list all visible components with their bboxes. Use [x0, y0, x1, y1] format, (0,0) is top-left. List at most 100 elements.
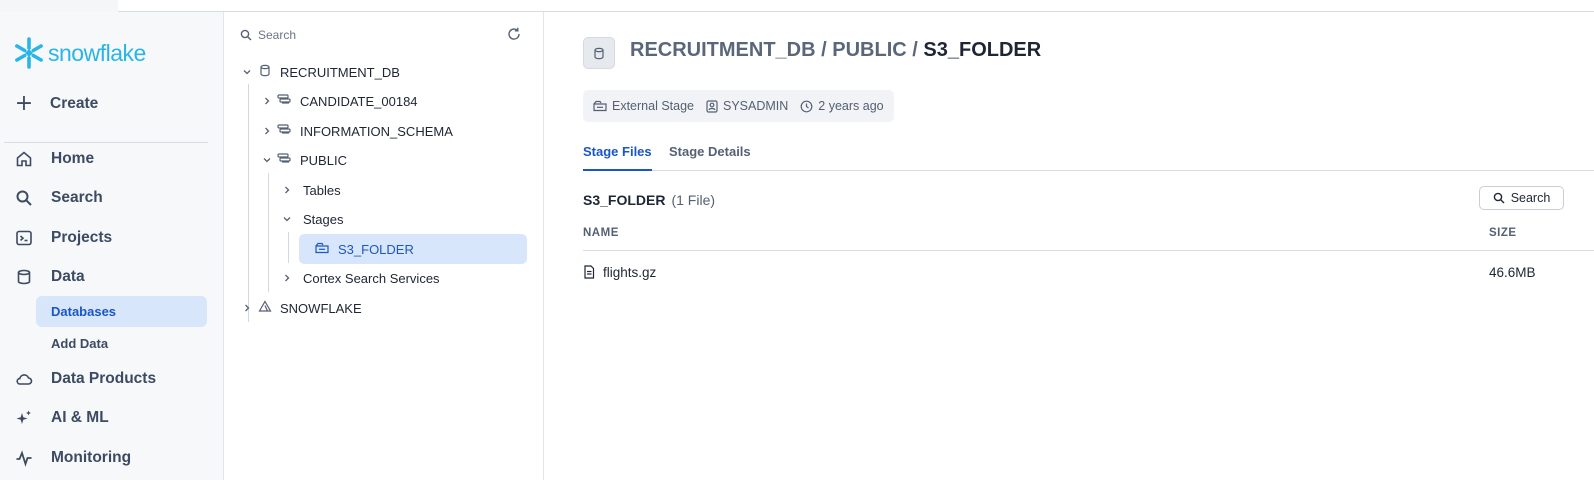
- file-count: (1 File): [671, 192, 716, 208]
- search-button-label: Search: [1510, 191, 1551, 205]
- chevron-right-icon: [240, 301, 254, 315]
- tab-stage-details[interactable]: Stage Details: [669, 144, 751, 171]
- activity-icon: [14, 448, 34, 468]
- tab-stage-files[interactable]: Stage Files: [583, 144, 652, 171]
- file-icon: [584, 265, 595, 279]
- nav-label-projects: Projects: [51, 229, 113, 246]
- search-icon: [1493, 192, 1505, 204]
- tree-label: CANDIDATE_00184: [300, 93, 418, 109]
- column-header-name[interactable]: NAME: [583, 227, 619, 239]
- database-icon: [14, 267, 34, 287]
- nav-item-ai-ml[interactable]: AI & ML: [14, 406, 109, 430]
- create-button[interactable]: + Create: [14, 91, 99, 116]
- refresh-button[interactable]: [507, 26, 521, 45]
- refresh-icon: [508, 27, 520, 40]
- stage-type-label: External Stage: [612, 99, 694, 113]
- chevron-right-icon: [280, 183, 294, 197]
- stage-owner-label: SYSADMIN: [723, 99, 789, 113]
- tree-search-placeholder: Search: [258, 28, 297, 42]
- terminal-icon: [14, 228, 34, 248]
- breadcrumb-separator: /: [912, 39, 918, 61]
- tree-label: PUBLIC: [300, 152, 347, 168]
- tree-node-tables[interactable]: Tables: [280, 178, 341, 202]
- tree-node-stages[interactable]: Stages: [280, 207, 343, 231]
- stage-tabs: Stage Files Stage Details: [583, 144, 1594, 171]
- tree-guide-line: [248, 84, 249, 322]
- nav-label-data-products: Data Products: [51, 370, 157, 387]
- tree-node-candidate-00184[interactable]: CANDIDATE_00184: [260, 89, 418, 113]
- stage-icon: [593, 100, 607, 112]
- sparkle-icon: [14, 408, 34, 428]
- stage-icon: [315, 242, 329, 257]
- browser-top-bar: [0, 0, 1594, 12]
- tree-label: Stages: [303, 211, 344, 227]
- snowflake-logo-icon: [15, 37, 43, 69]
- chevron-down-icon: [240, 65, 254, 79]
- snowflake-logo[interactable]: snowflake: [12, 36, 146, 70]
- nav-label-data: Data: [51, 268, 85, 285]
- files-search-button[interactable]: Search: [1479, 186, 1564, 210]
- nav-label-search: Search: [51, 189, 103, 206]
- chevron-right-icon: [280, 271, 294, 285]
- breadcrumb-object: S3_FOLDER: [923, 39, 1042, 61]
- nav-label-ai-ml: AI & ML: [51, 409, 109, 426]
- tree-label: INFORMATION_SCHEMA: [300, 123, 453, 139]
- section-title-name: S3_FOLDER: [583, 192, 666, 208]
- breadcrumb-separator: /: [821, 39, 827, 61]
- tree-guide-line: [268, 173, 269, 292]
- column-header-size[interactable]: SIZE: [1489, 227, 1517, 239]
- nav-item-search[interactable]: Search: [14, 186, 103, 210]
- top-bar-tab: [0, 0, 118, 12]
- tree-node-recruitment-db[interactable]: RECRUITMENT_DB: [240, 60, 400, 84]
- nav-item-monitoring[interactable]: Monitoring: [14, 446, 131, 470]
- chevron-down-icon: [260, 153, 274, 167]
- nav-sub-add-data[interactable]: Add Data: [36, 328, 207, 359]
- create-label: Create: [50, 95, 99, 112]
- table-header-divider: [583, 250, 1594, 251]
- nav-item-data-products[interactable]: Data Products: [14, 367, 156, 391]
- clock-icon: [800, 100, 813, 112]
- stage-age-label: 2 years ago: [818, 99, 884, 113]
- cloud-icon: [14, 369, 34, 389]
- tree-node-snowflake[interactable]: SNOWFLAKE: [240, 296, 362, 320]
- stage-header-icon: [583, 37, 615, 69]
- tree-label: SNOWFLAKE: [280, 300, 362, 316]
- stage-age: 2 years ago: [800, 99, 884, 113]
- table-row[interactable]: flights.gz 46.6MB: [583, 260, 1594, 284]
- nav-sub-databases[interactable]: Databases: [36, 296, 207, 327]
- tree-label: RECRUITMENT_DB: [280, 64, 400, 80]
- nav-item-home[interactable]: Home: [14, 147, 94, 171]
- chevron-right-icon: [260, 124, 274, 138]
- stage-meta-bar: External Stage SYSADMIN 2 years ago: [583, 90, 894, 122]
- owner-icon: [706, 99, 718, 113]
- nav-divider: [4, 142, 208, 143]
- tree-label: S3_FOLDER: [338, 241, 414, 257]
- chevron-right-icon: [260, 94, 274, 108]
- tree-guide-line: [288, 232, 289, 263]
- nav-item-projects[interactable]: Projects: [14, 226, 112, 250]
- stage-type: External Stage: [593, 99, 694, 113]
- plus-icon: +: [14, 91, 34, 116]
- tree-node-public[interactable]: PUBLIC: [260, 148, 347, 172]
- tree-node-cortex-search-services[interactable]: Cortex Search Services: [280, 266, 440, 290]
- database-icon: [594, 47, 604, 59]
- schema-icon: [277, 93, 291, 109]
- breadcrumb-schema[interactable]: PUBLIC: [832, 39, 906, 61]
- chevron-down-icon: [280, 212, 294, 226]
- left-navigation: snowflake + Create Home Search Projects …: [0, 12, 224, 480]
- tree-search-input[interactable]: Search: [240, 26, 536, 44]
- breadcrumb-db[interactable]: RECRUITMENT_DB: [630, 39, 816, 61]
- nav-label-home: Home: [51, 150, 95, 167]
- tree-node-information-schema[interactable]: INFORMATION_SCHEMA: [260, 119, 453, 143]
- tree-label: Cortex Search Services: [303, 270, 440, 286]
- search-icon: [14, 188, 34, 208]
- shared-database-icon: [258, 300, 272, 316]
- section-title: S3_FOLDER (1 File): [583, 192, 715, 208]
- brand-name: snowflake: [48, 39, 146, 66]
- tree-node-s3-folder[interactable]: S3_FOLDER: [315, 237, 414, 261]
- database-icon: [259, 64, 271, 80]
- file-name[interactable]: flights.gz: [603, 265, 656, 280]
- nav-label-monitoring: Monitoring: [51, 449, 132, 466]
- nav-item-data[interactable]: Data: [14, 265, 85, 289]
- file-size: 46.6MB: [1489, 264, 1536, 280]
